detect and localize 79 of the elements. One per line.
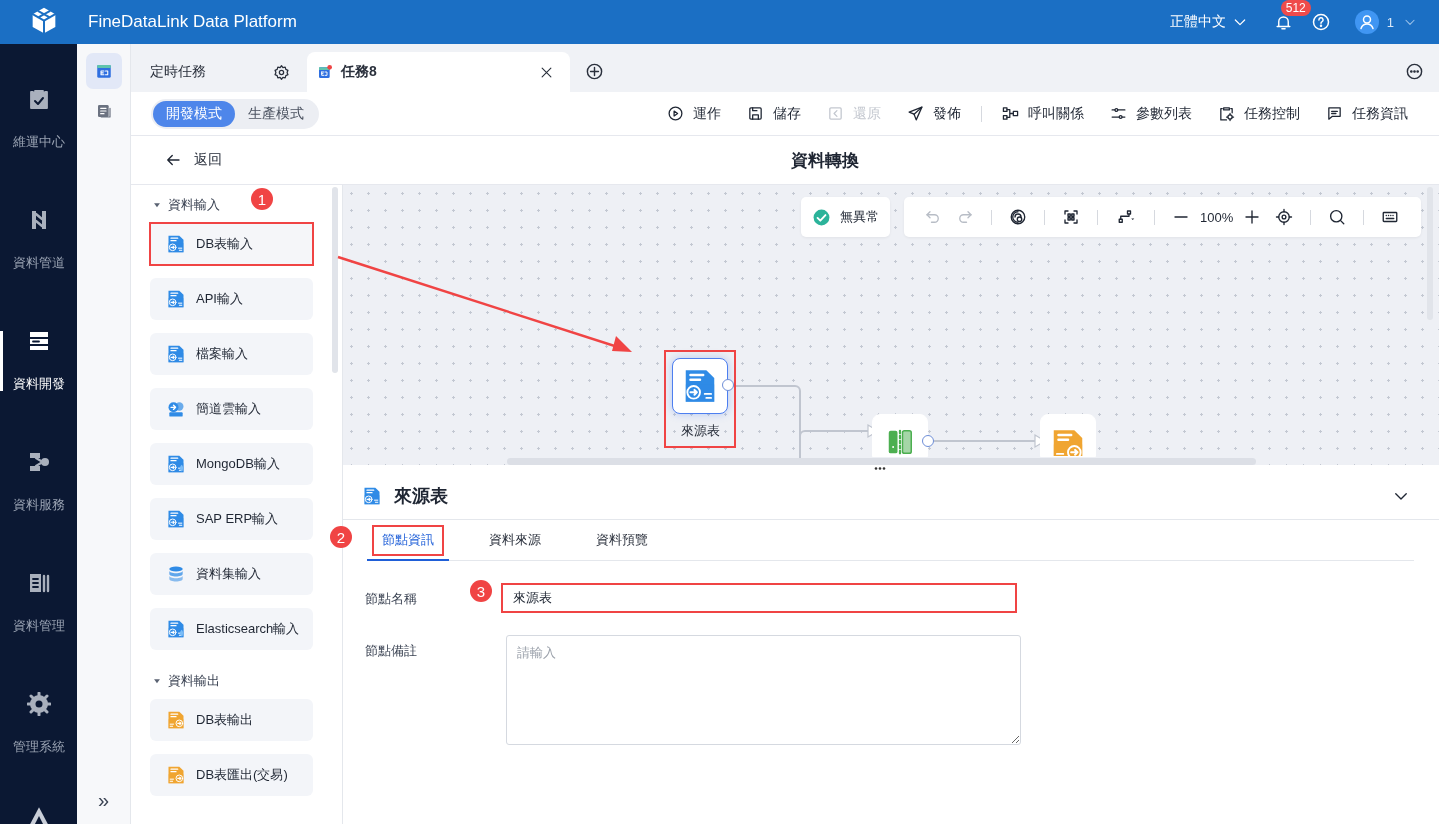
callout-marker: 3 [470,580,492,602]
flow-icon [1002,105,1019,122]
panel-tab[interactable]: 資料預覽 [581,520,663,561]
component-item[interactable]: 資料集輸入 [150,553,313,595]
fit-screen-icon[interactable] [1062,208,1080,226]
user-name: 1 [1386,14,1394,30]
sliders-icon [1110,105,1127,122]
help-icon[interactable] [1310,12,1331,32]
locate-icon[interactable] [1275,208,1294,226]
nav-item[interactable]: 資料開發 [0,300,77,421]
drag-handle-icon[interactable] [874,466,886,471]
clipboard-gear-icon [1218,105,1235,122]
scrollbar[interactable] [507,458,1256,465]
component-item[interactable]: SAP ERP輸入 [150,498,313,540]
zoom-in-icon[interactable] [1243,208,1262,226]
toolbar-button[interactable]: 儲存 [747,104,801,123]
scrollbar[interactable] [332,187,338,373]
more-icon[interactable] [1405,62,1424,81]
task-tab[interactable]: 任務8 [307,52,570,92]
toolbar-button[interactable]: 發佈 [907,104,961,123]
toolbar-button[interactable]: 參數列表 [1110,104,1192,123]
expand-toggle[interactable]: » [97,789,110,812]
flow-node[interactable] [672,358,728,414]
component-item[interactable]: MongoDB輸入 [150,443,313,485]
panel-tab[interactable]: 節點資訊 [367,520,449,561]
field-label: 節點備註 [365,642,417,660]
page-title: 資料轉換 [791,149,859,172]
toolbar-button[interactable]: 任務資訊 [1326,104,1408,123]
field-label: 節點名稱 [365,590,417,608]
component-item[interactable]: DB表輸出 [150,699,313,741]
notification-badge: 512 [1280,0,1311,16]
database-table-icon [362,485,382,506]
revert-icon [827,105,844,122]
callout-marker: 1 [251,188,273,210]
callout-marker: 2 [330,526,352,548]
add-tab-icon[interactable] [585,62,604,81]
panel-tab[interactable]: 資料來源 [474,520,556,561]
nav-item[interactable]: 資料管理 [0,542,77,663]
remarks-field[interactable]: 請輸入 [506,635,1021,745]
back-link[interactable]: 返回 [164,151,222,169]
app-title: FineDataLink Data Platform [88,12,297,32]
user-menu[interactable]: 1 [1354,10,1417,34]
settings-icon[interactable] [273,63,290,81]
search-icon[interactable] [1328,208,1347,226]
toolbar-button[interactable]: 呼叫關係 [1002,104,1084,123]
paper-plane-icon [907,105,924,122]
component-item[interactable]: DB表輸入 [150,223,313,265]
task-calendar-icon [317,64,333,80]
check-circle-icon [812,207,831,227]
group-header[interactable]: 資料輸出 [150,672,313,690]
node-label: 來源表 [680,422,720,440]
component-item[interactable]: Elasticsearch輸入 [150,608,313,650]
play-icon [667,105,684,122]
mode-option[interactable]: 開發模式 [153,100,235,127]
task-tab[interactable]: 定時任務 [131,52,306,92]
avatar-icon [1354,10,1379,34]
component-item[interactable]: DB表匯出(交易) [150,754,313,796]
language-dropdown[interactable]: 正體中文 [1169,13,1248,31]
status-chip: 無異常 [801,197,890,237]
nav-item[interactable]: 資料管道 [0,179,77,300]
nav-item[interactable]: 維運中心 [0,58,77,179]
nav-item[interactable]: 資料服務 [0,421,77,542]
panel-title: 來源表 [394,484,448,508]
component-item[interactable]: 簡道雲輸入 [150,388,313,430]
mode-option[interactable]: 生產模式 [235,100,317,127]
component-item[interactable]: 檔案輸入 [150,333,313,375]
zoom-level: 100% [1200,209,1234,225]
gear-icon [26,691,51,716]
toolbar-button[interactable]: 任務控制 [1218,104,1300,123]
component-item[interactable]: API輸入 [150,278,313,320]
name-field[interactable]: 來源表 [501,583,1017,613]
task-calendar-icon [94,62,113,80]
sidebar-button[interactable] [85,53,122,89]
nav-item[interactable]: 管理系統 [0,663,77,784]
document-list-icon [95,103,112,119]
palette-icon[interactable] [1009,208,1027,226]
toolbar-button[interactable]: 運作 [667,104,721,123]
save-icon [747,105,764,122]
message-icon [1326,105,1343,122]
